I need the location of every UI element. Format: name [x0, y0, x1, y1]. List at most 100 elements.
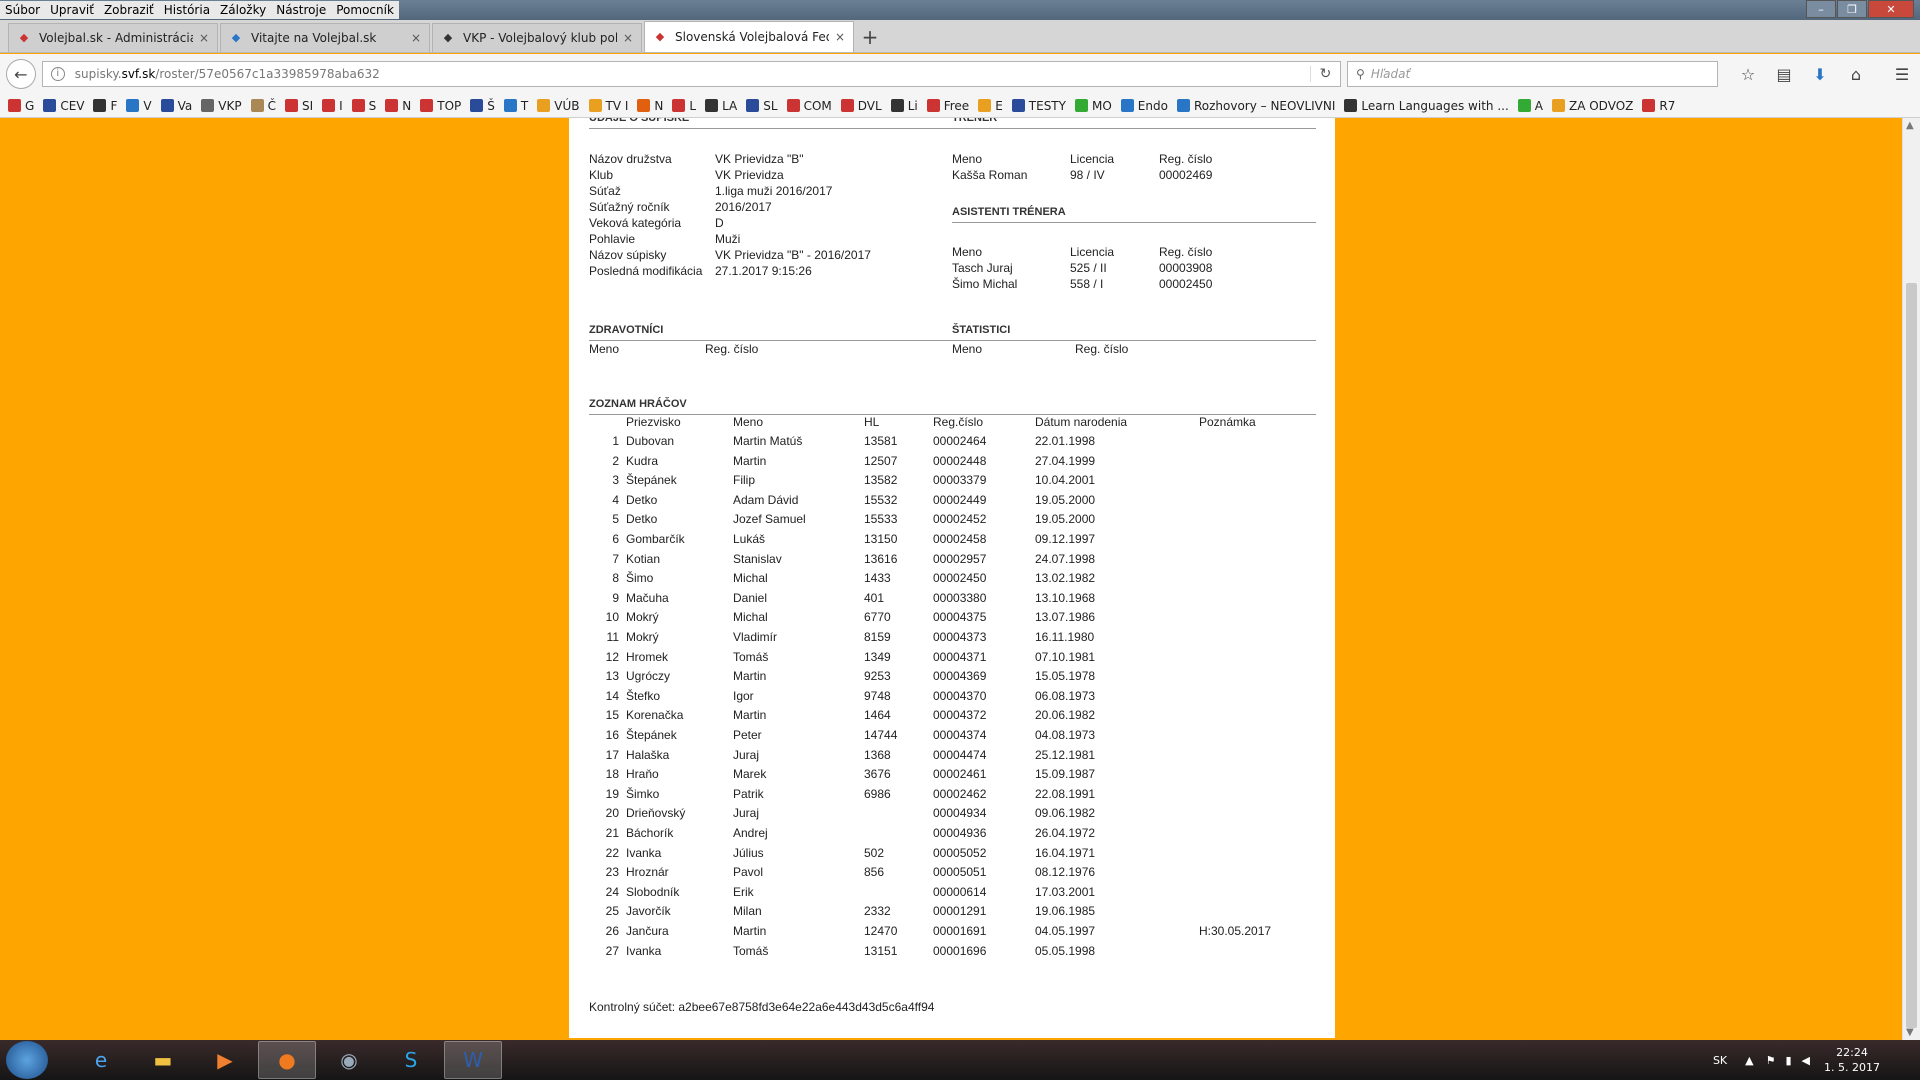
home-icon[interactable]: ⌂ [1838, 65, 1874, 84]
player-surname: Mokrý [626, 610, 659, 625]
hamburger-menu-icon[interactable]: ☰ [1884, 65, 1920, 84]
bookmark-label: T [520, 98, 529, 113]
player-birthdate: 24.07.1998 [1035, 551, 1096, 566]
section-title: ASISTENTI TRÉNERA [952, 206, 1316, 223]
bookmark-item[interactable]: Free [926, 99, 969, 113]
bookmark-label: V [143, 98, 152, 113]
bookmark-item[interactable]: TOP [420, 99, 461, 113]
minimize-icon[interactable]: – [1806, 0, 1836, 18]
bookmark-item[interactable]: Li [890, 99, 918, 113]
tab-close-icon[interactable]: × [411, 31, 421, 45]
bookmark-item[interactable]: DVL [840, 99, 882, 113]
menu-item[interactable]: Zobraziť [98, 1, 159, 19]
tab-item[interactable]: ◆ Slovenská Volejbalová Federá × [644, 21, 854, 52]
info-value: VK Prievidza "B" [715, 152, 804, 166]
download-icon[interactable]: ⬇ [1802, 65, 1838, 84]
bookmark-item[interactable]: S [351, 99, 376, 113]
mail-icon[interactable]: ◉ [320, 1041, 378, 1079]
bookmark-item[interactable]: N [385, 99, 411, 113]
table-row: 2 Kudra Martin 12507 00002448 27.04.1999 [569, 454, 1335, 473]
bookmark-icon [284, 99, 298, 112]
reload-icon[interactable]: ↻ [1310, 66, 1340, 82]
new-tab-button[interactable]: + [856, 24, 884, 52]
tab-item[interactable]: ◆ Vitajte na Volejbal.sk × [220, 23, 430, 52]
menu-item[interactable]: Záložky [215, 1, 272, 19]
bookmark-item[interactable]: T [503, 98, 529, 113]
tab-close-icon[interactable]: × [199, 31, 209, 45]
player-reg: 00000614 [933, 884, 987, 899]
network-icon[interactable]: ▮ [1785, 1054, 1791, 1067]
player-number: 11 [606, 630, 619, 644]
firefox-icon[interactable]: ● [258, 1041, 316, 1079]
bookmark-item[interactable]: Č [250, 99, 276, 113]
bookmark-item[interactable]: G [8, 99, 34, 113]
table-row: 22 Ivanka Július 502 00005052 16.04.1971 [569, 846, 1335, 865]
start-button[interactable] [6, 1041, 48, 1079]
bookmark-item[interactable]: Š [470, 99, 495, 113]
bookmark-label: TOP [437, 98, 462, 113]
menu-item[interactable]: Upraviť [45, 1, 99, 19]
search-input[interactable]: ⚲ Hľadať [1347, 61, 1718, 87]
back-button[interactable]: ← [6, 59, 36, 89]
info-icon[interactable]: i [50, 67, 65, 81]
tray-arrow-icon[interactable]: ▲ [1745, 1054, 1753, 1067]
coach-licencia: 98 / IV [1070, 168, 1105, 182]
bookmark-item[interactable]: Va [160, 99, 192, 113]
bookmark-item[interactable]: A [1517, 99, 1543, 113]
language-indicator[interactable]: SK [1713, 1054, 1727, 1067]
bookmark-label: N [654, 98, 664, 113]
player-name: Erik [733, 884, 754, 899]
bookmark-item[interactable]: L [672, 99, 696, 113]
bookmark-item[interactable]: I [322, 99, 343, 113]
volume-icon[interactable]: ◀ [1802, 1054, 1810, 1067]
media-player-icon[interactable]: ▶ [196, 1041, 254, 1079]
explorer-icon[interactable]: ▬ [134, 1041, 192, 1079]
vertical-scrollbar[interactable]: ▲ ▼ [1902, 118, 1920, 1040]
bookmark-item[interactable]: VÚB [537, 99, 580, 113]
clock-date: 1. 5. 2017 [1824, 1061, 1880, 1074]
menu-item[interactable]: Súbor [0, 1, 46, 19]
maximize-icon[interactable]: ❐ [1837, 0, 1867, 18]
bookmark-item[interactable]: E [978, 99, 1003, 113]
menu-item[interactable]: Pomocník [331, 1, 399, 19]
flag-icon[interactable]: ⚑ [1766, 1054, 1776, 1067]
menu-item[interactable]: História [158, 1, 216, 19]
tab-close-icon[interactable]: × [835, 30, 845, 44]
ie-icon[interactable]: e [72, 1041, 130, 1079]
bookmark-item[interactable]: R7 [1642, 99, 1675, 113]
bookmark-item[interactable]: SI [284, 99, 313, 113]
bookmark-item[interactable]: TV I [588, 99, 628, 113]
bookmark-item[interactable]: Learn Languages with ... [1344, 99, 1509, 113]
bookmark-item[interactable]: VKP [201, 99, 242, 113]
bookmark-item[interactable]: Rozhovory – NEOVLIVNI [1176, 99, 1335, 113]
scroll-thumb[interactable] [1906, 283, 1917, 1028]
bookmark-item[interactable]: COM [786, 99, 832, 113]
scroll-down-icon[interactable]: ▼ [1906, 1027, 1914, 1038]
tab-item[interactable]: ◆ VKP - Volejbalový klub polície Br × [432, 23, 642, 52]
bookmark-item[interactable]: F [93, 99, 117, 113]
clock[interactable]: 22:24 1. 5. 2017 [1824, 1045, 1880, 1075]
word-icon[interactable]: W [444, 1041, 502, 1079]
skype-icon[interactable]: S [382, 1041, 440, 1079]
bookmark-item[interactable]: CEV [43, 99, 84, 113]
reading-list-icon[interactable]: ▤ [1766, 65, 1802, 84]
tab-item[interactable]: ◆ Volejbal.sk - Administrácia × [8, 23, 218, 52]
player-birthdate: 17.03.2001 [1035, 884, 1096, 899]
section-trener: TRÉNER [952, 118, 1316, 129]
bookmark-item[interactable]: V [126, 98, 152, 113]
bookmark-star-icon[interactable]: ☆ [1730, 65, 1766, 84]
bookmark-item[interactable]: ZA ODVOZ [1551, 98, 1634, 113]
bookmark-item[interactable]: N [637, 99, 663, 113]
close-window-icon[interactable]: ✕ [1868, 0, 1914, 18]
bookmark-item[interactable]: LA [705, 99, 737, 113]
bookmark-label: ZA ODVOZ [1568, 98, 1634, 113]
player-surname: Detko [626, 492, 658, 507]
menu-item[interactable]: Nástroje [271, 1, 332, 19]
scroll-up-icon[interactable]: ▲ [1906, 120, 1914, 131]
bookmark-item[interactable]: MO [1074, 99, 1112, 113]
bookmark-item[interactable]: SL [746, 99, 778, 113]
bookmark-item[interactable]: Endo [1120, 99, 1168, 113]
url-bar[interactable]: i supisky. svf.sk/roster/57e0567c1a339859… [41, 61, 1342, 87]
tab-close-icon[interactable]: × [623, 31, 633, 45]
bookmark-item[interactable]: TESTY [1011, 99, 1066, 113]
